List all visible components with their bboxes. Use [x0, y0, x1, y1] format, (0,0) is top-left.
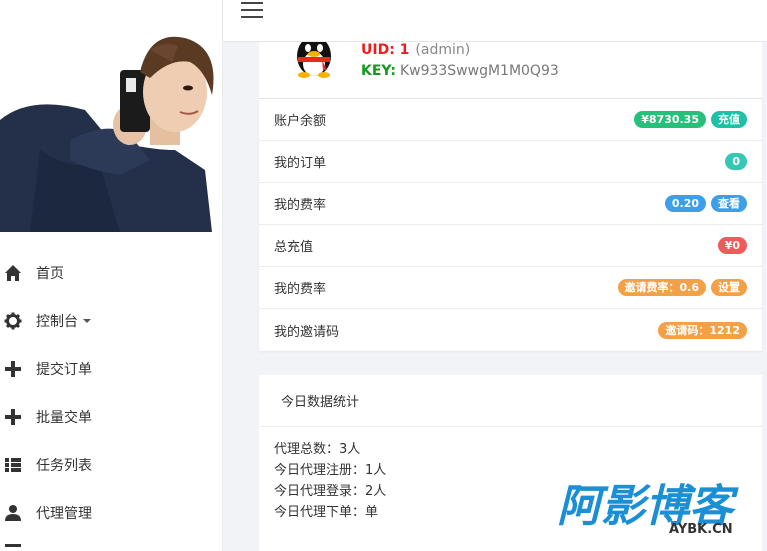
value-badge: ¥0	[717, 237, 747, 254]
profile-card: UID: 1 (admin) KEY: Kw933SwwgM1M0Q93	[259, 42, 762, 98]
badge-group: 邀请码：1212	[658, 321, 747, 339]
list-item: 我的费率 邀请费率：0.6 设置	[259, 267, 762, 309]
avatar	[0, 0, 222, 249]
list-icon	[4, 456, 22, 474]
list-item-label: 账户余额	[274, 114, 327, 129]
sidebar-item-label: 代理管理	[36, 506, 92, 522]
stats-title: 今日数据统计	[259, 375, 762, 427]
sidebar-item-label: 提交订单	[36, 362, 92, 378]
value-badge: 邀请码：1212	[658, 321, 747, 339]
avatar-area	[0, 0, 222, 249]
watermark-sub-text: AYBK.CN	[669, 522, 733, 537]
sidebar-item-submit-order[interactable]: 提交订单	[0, 345, 222, 393]
nav-menu: 首页 控制台 提交订单 批量交单 任务列表 代理管理	[0, 249, 222, 551]
list-item: 我的订单 0	[259, 141, 762, 183]
stat-line: 代理总数：3人	[274, 442, 361, 457]
action-badge[interactable]: 查看	[711, 195, 747, 212]
sidebar-item-label: 批量交单	[36, 410, 92, 426]
list-item-label: 总充值	[274, 240, 314, 255]
value-badge: ¥8730.35	[634, 111, 706, 128]
list-item-label: 我的费率	[274, 198, 327, 213]
sidebar-item-partial[interactable]	[0, 537, 222, 551]
list-item-label: 我的邀请码	[274, 324, 340, 340]
home-icon	[4, 264, 22, 282]
value-badge: 0.20	[664, 195, 706, 212]
uid-value: UID: 1	[361, 42, 410, 58]
list-item: 账户余额 ¥8730.35 充值	[259, 99, 762, 141]
topbar	[223, 0, 767, 42]
list-item: 我的邀请码 邀请码：1212	[259, 309, 762, 351]
badge-group: 邀请费率：0.6 设置	[617, 279, 747, 296]
plus-icon	[4, 408, 22, 426]
sidebar: 首页 控制台 提交订单 批量交单 任务列表 代理管理	[0, 0, 223, 551]
account-info-list: 账户余额 ¥8730.35 充值 我的订单 0 我的费率 0.20 查看 总充值 ¥0 我的费率 邀请…	[259, 98, 762, 351]
badge-group: 0.20 查看	[664, 195, 747, 212]
sidebar-item-label: 首页	[36, 266, 64, 282]
action-badge[interactable]: 充值	[711, 111, 747, 128]
gear-icon	[4, 312, 22, 330]
badge-group: ¥8730.35 充值	[634, 111, 747, 128]
qq-penguin-icon	[297, 42, 331, 78]
list-item-label: 我的费率	[274, 282, 327, 297]
role-label: (admin)	[415, 42, 471, 58]
sidebar-item-home[interactable]: 首页	[0, 249, 222, 297]
badge-group: 0	[725, 153, 747, 170]
sidebar-item-batch-order[interactable]: 批量交单	[0, 393, 222, 441]
menu-toggle-icon[interactable]	[241, 2, 263, 18]
more-icon	[4, 538, 22, 551]
list-item-label: 我的订单	[274, 156, 327, 171]
caret-down-icon	[83, 319, 91, 323]
value-badge: 邀请费率：0.6	[617, 279, 706, 296]
sidebar-item-label: 控制台	[36, 314, 78, 330]
key-label: KEY:	[361, 63, 396, 79]
user-icon	[4, 504, 22, 522]
sidebar-item-label: 任务列表	[36, 458, 92, 474]
key-value: Kw933SwwgM1M0Q93	[399, 63, 559, 79]
sidebar-item-task-list[interactable]: 任务列表	[0, 441, 222, 489]
value-badge: 0	[725, 153, 747, 170]
uid-line: UID: 1 (admin)	[361, 42, 470, 58]
sidebar-item-console[interactable]: 控制台	[0, 297, 222, 345]
watermark-logo: 阿影博客 AYBK.CN	[557, 481, 739, 537]
sidebar-item-agent-management[interactable]: 代理管理	[0, 489, 222, 537]
list-item: 总充值 ¥0	[259, 225, 762, 267]
plus-icon	[4, 360, 22, 378]
list-item: 我的费率 0.20 查看	[259, 183, 762, 225]
key-line: KEY: Kw933SwwgM1M0Q93	[361, 63, 559, 79]
action-badge[interactable]: 设置	[711, 279, 747, 296]
badge-group: ¥0	[717, 237, 747, 254]
